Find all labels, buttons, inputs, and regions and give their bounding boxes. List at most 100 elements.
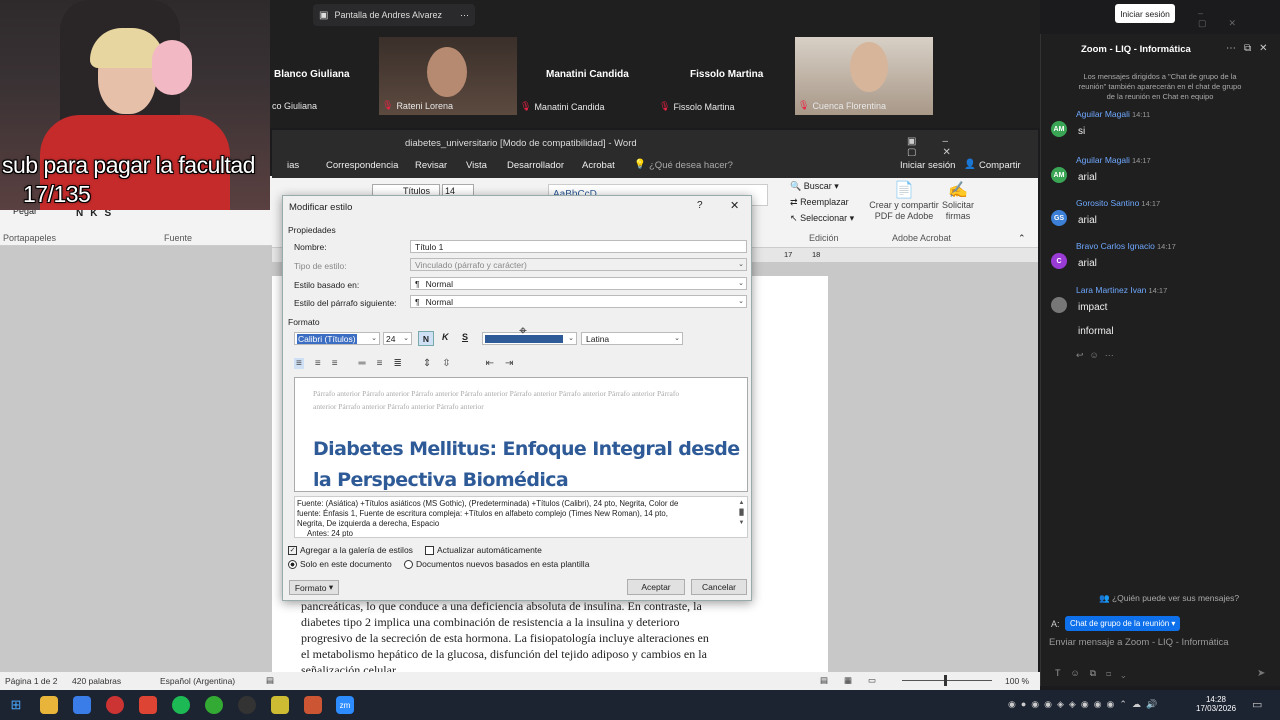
replace-button[interactable]: ⇄ Reemplazar [790, 197, 849, 208]
store-icon[interactable] [73, 696, 91, 714]
based-on-select[interactable]: ¶ Normal ⌄ [410, 277, 747, 290]
avatar[interactable]: C [1051, 253, 1067, 269]
who-can-see[interactable]: 👥 ¿Quién puede ver sus mensajes? [1099, 593, 1239, 604]
name-field[interactable]: Título 1 [410, 240, 747, 253]
message-actions[interactable]: ↩☺⋯ [1076, 350, 1120, 361]
sender-name[interactable]: Bravo Carlos Ignacio [1076, 241, 1155, 251]
window-controls[interactable]: –▢✕ [1198, 8, 1258, 29]
help-button[interactable]: ? [697, 200, 703, 211]
more-icon[interactable]: ⋯ [460, 10, 469, 21]
macro-icon[interactable]: ▤ [266, 675, 274, 686]
system-tray-icons[interactable]: ◉●◉◉◈◈◉◉◉⌃☁🔊 [1008, 699, 1162, 710]
word-sign-in[interactable]: Iniciar sesión [900, 160, 955, 171]
next-style-select[interactable]: ¶ Normal ⌄ [410, 295, 747, 308]
chat-notice: Los mensajes dirigidos a "Chat de grupo … [1078, 72, 1242, 101]
adobe-group-label: Adobe Acrobat [892, 233, 952, 243]
script-select[interactable]: Latina ⌄ [581, 332, 683, 345]
ok-button[interactable]: Aceptar [627, 579, 685, 595]
spotify-icon[interactable] [172, 696, 190, 714]
chat-input-tools[interactable]: T☺⧉◻⌄ [1055, 668, 1135, 679]
menu-tab[interactable]: Revisar [415, 160, 447, 171]
tell-me-input[interactable]: ¿Qué desea hacer? [649, 160, 733, 171]
clock[interactable]: 14:28 17/03/2026 [1196, 695, 1236, 713]
participant-tile[interactable]: Fissolo Martina 🎙 Fissolo Martina [656, 38, 794, 116]
paragraph-icon: ¶ [415, 296, 420, 307]
zoom-slider[interactable] [902, 680, 992, 681]
cancel-button[interactable]: Cancelar [691, 579, 747, 595]
zoom-sign-in-button[interactable]: Iniciar sesión [1115, 4, 1175, 23]
find-button[interactable]: 🔍 Buscar ▾ [790, 181, 839, 192]
notification-icon[interactable]: ▭ [1252, 698, 1262, 711]
avatar[interactable] [1051, 297, 1067, 313]
page-count[interactable]: Página 1 de 2 [5, 676, 57, 686]
font-color-select[interactable]: ⌄ [482, 332, 577, 345]
chat-message-text: arial [1078, 215, 1097, 226]
collapse-ribbon-icon[interactable]: ⌃ [1018, 233, 1026, 244]
next-style-label: Estilo del párrafo siguiente: [294, 298, 397, 308]
word-window-controls[interactable]: ▣–▢✕ [907, 136, 1038, 158]
italic-button[interactable]: K [442, 332, 449, 342]
menu-tab[interactable]: Acrobat [582, 160, 615, 171]
new-docs-radio[interactable]: Documentos nuevos basados en esta planti… [404, 559, 589, 569]
chat-header-icons[interactable]: ⋯⧉✕ [1226, 43, 1276, 54]
only-this-doc-radio[interactable]: Solo en este documento [288, 559, 392, 569]
participant-video[interactable]: 🎙 Rateni Lorena [379, 37, 517, 115]
sender-name[interactable]: Aguilar Magali [1076, 109, 1130, 119]
sender-name[interactable]: Lara Martinez Ivan [1076, 285, 1146, 295]
windows-start-icon[interactable]: ⊞ [7, 696, 25, 714]
underline-button[interactable]: S [462, 332, 468, 342]
sender-name[interactable]: Aguilar Magali [1076, 155, 1130, 165]
avatar[interactable]: AM [1051, 167, 1067, 183]
chat-message: AM Aguilar Magali 14:17 arial [1051, 154, 1271, 194]
recipient-select[interactable]: Chat de grupo de la reunión ▾ [1065, 616, 1181, 631]
font-size-select[interactable]: 24 ⌄ [383, 332, 412, 345]
language[interactable]: Español (Argentina) [160, 676, 235, 686]
menu-tab[interactable]: Correspondencia [326, 160, 398, 171]
align-toolbar[interactable]: ≡ ≡ ≡ ═ ≡ ≣ ⇕ ⇳ ⇤ ⇥ [294, 358, 513, 369]
chrome-icon[interactable] [106, 696, 124, 714]
menu-tab[interactable]: ias [287, 160, 299, 171]
app-grid-icon[interactable] [304, 696, 322, 714]
avatar[interactable]: GS [1051, 210, 1067, 226]
preview-heading-line1: Diabetes Mellitus: Enfoque Integral desd… [313, 438, 740, 460]
menu-tab[interactable]: Vista [466, 160, 487, 171]
share-tab-label: Pantalla de Andres Alvarez [334, 10, 443, 20]
sender-name[interactable]: Gorosito Santino [1076, 198, 1139, 208]
description-scrollbar[interactable]: ▲ █ ▼ [737, 498, 746, 536]
add-to-gallery-checkbox[interactable]: ✓ Agregar a la galería de estilos [288, 545, 413, 555]
participant-video[interactable]: 🎙 Cuenca Florentina [795, 37, 933, 115]
participant-tile[interactable]: Manatini Candida 🎙 Manatini Candida [517, 38, 655, 116]
app-yellow-icon[interactable] [271, 696, 289, 714]
bold-button[interactable]: N [418, 331, 434, 346]
font-select[interactable]: Calibri (Títulos) ⌄ [294, 332, 380, 345]
message-time: 14:11 [1129, 110, 1151, 119]
obs-icon[interactable] [238, 696, 256, 714]
avatar[interactable]: AM [1051, 121, 1067, 137]
app-red-icon[interactable] [139, 696, 157, 714]
participant-label: 🎙 Fissolo Martina [659, 101, 735, 112]
message-time: 14:17 [1129, 156, 1151, 165]
chrome-icon-2[interactable] [205, 696, 223, 714]
clipboard-group-label: Portapapeles [3, 233, 57, 243]
format-menu-button[interactable]: Formato ▾ [289, 580, 339, 595]
share-button[interactable]: Compartir [979, 160, 1021, 171]
view-icons[interactable]: ▤▦▭ [820, 675, 892, 686]
file-explorer-icon[interactable] [40, 696, 58, 714]
select-button[interactable]: ↖ Seleccionar ▾ [790, 213, 854, 224]
zoom-slider-thumb[interactable] [944, 675, 947, 686]
create-pdf-button[interactable]: 📄 Crear y compartir PDF de Adobe [866, 180, 942, 222]
dialog-title: Modificar estilo [289, 202, 353, 213]
auto-update-checkbox[interactable]: Actualizar automáticamente [425, 545, 542, 555]
menu-tab[interactable]: Desarrollador [507, 160, 564, 171]
signature-icon: ✍ [948, 182, 968, 199]
chat-message-text: arial [1078, 258, 1097, 269]
zoom-icon[interactable]: zm [336, 696, 354, 714]
request-signatures-button[interactable]: ✍ Solicitar firmas [938, 180, 978, 222]
send-icon[interactable]: ➤ [1257, 668, 1265, 679]
participant-tile[interactable]: Blanco Giuliana co Giuliana [272, 38, 372, 116]
screen-share-tab[interactable]: ▣ Pantalla de Andres Alvarez ⋯ [313, 4, 475, 26]
chat-input[interactable]: Enviar mensaje a Zoom - LIQ - Informátic… [1049, 637, 1229, 648]
word-count[interactable]: 420 palabras [72, 676, 121, 686]
close-icon[interactable]: ✕ [730, 199, 739, 212]
zoom-level[interactable]: 100 % [1005, 676, 1029, 686]
